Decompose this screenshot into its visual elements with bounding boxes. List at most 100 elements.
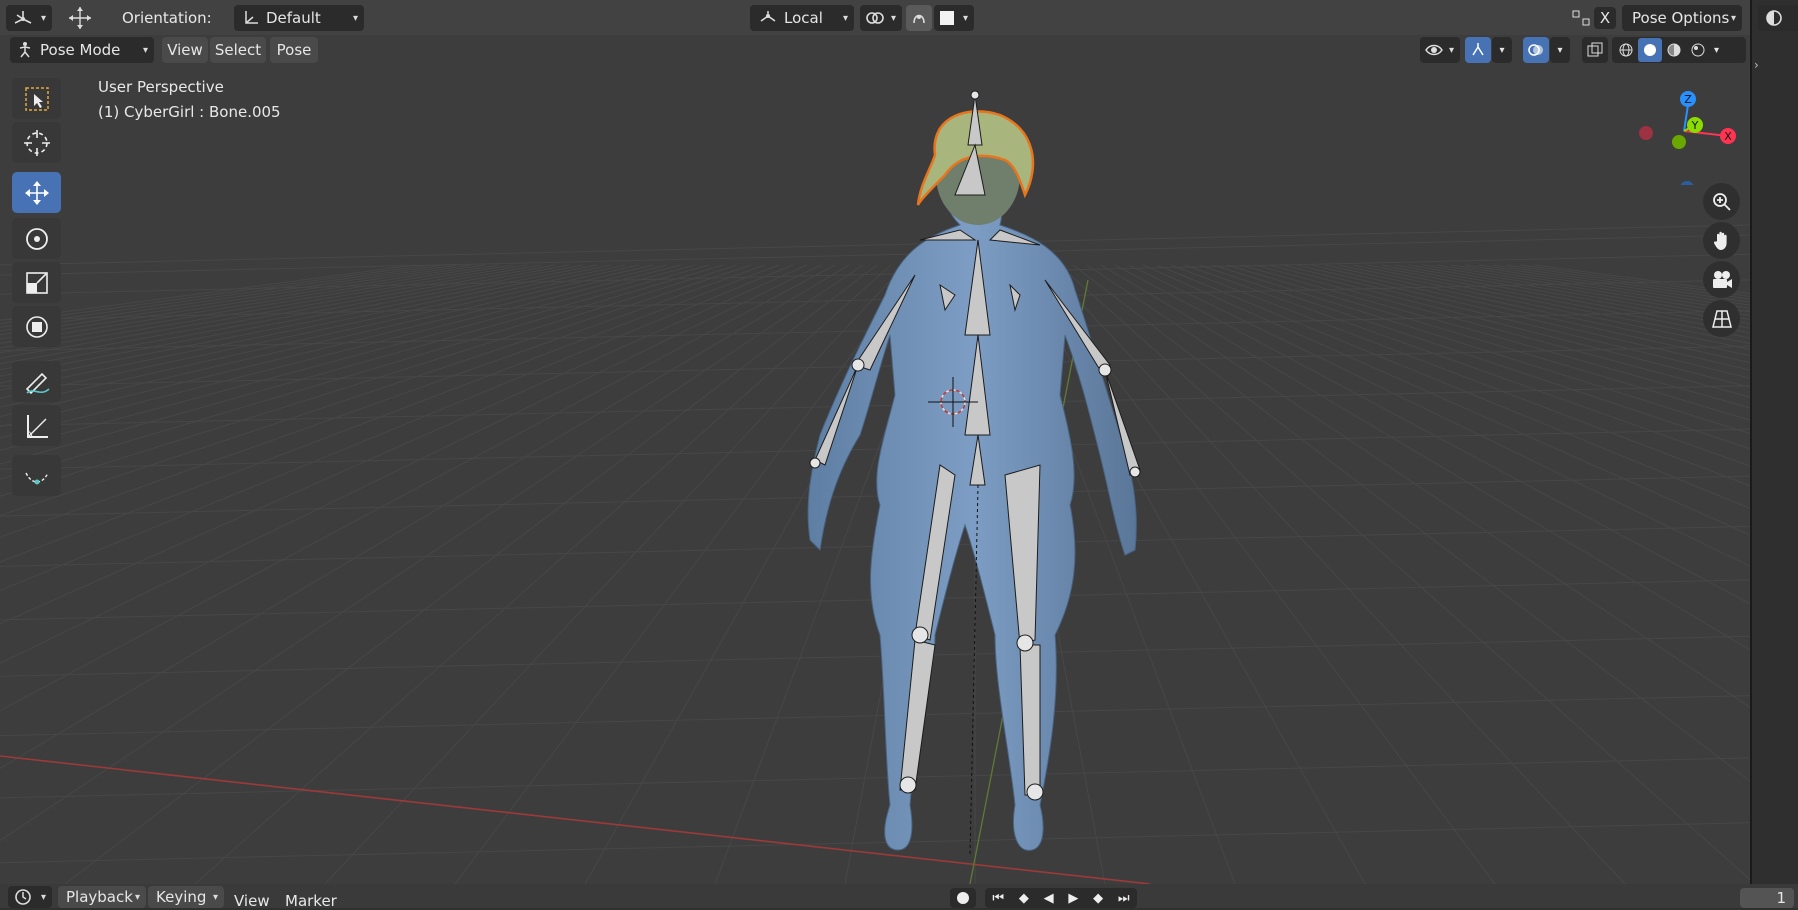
jump-end-icon[interactable]: ⏭: [1118, 891, 1130, 906]
axis-x-label: X: [1599, 9, 1611, 27]
proportional-editing-toggle[interactable]: [906, 5, 932, 31]
measure-icon: [26, 414, 48, 438]
wireframe-shading-icon[interactable]: [1614, 38, 1638, 62]
record-button[interactable]: [950, 888, 976, 908]
chevron-down-icon: ▾: [1730, 12, 1736, 24]
play-reverse-icon[interactable]: ◀: [1044, 891, 1054, 906]
chevron-down-icon: ▾: [40, 12, 46, 24]
chevron-down-icon: ▾: [212, 891, 218, 903]
chevron-down-icon[interactable]: ▾: [1714, 45, 1719, 56]
axis-x-toggle[interactable]: X: [1594, 7, 1616, 29]
menu-select[interactable]: Select: [210, 37, 266, 63]
mode-label: Pose Mode: [40, 41, 121, 59]
orientation-dropdown[interactable]: Default ▾: [234, 5, 364, 31]
playback-menu[interactable]: Playback ▾: [58, 886, 146, 908]
timeline-editor-type-button[interactable]: ▾: [8, 886, 52, 908]
annotate-icon: [25, 372, 50, 394]
zoom-button[interactable]: [1703, 183, 1740, 220]
gizmo-z-label: Z: [1684, 93, 1692, 106]
keying-menu[interactable]: Keying ▾: [148, 886, 224, 908]
move-icon: [24, 180, 49, 205]
menu-select-label: Select: [214, 41, 262, 59]
gizmo-neg-y: [1672, 135, 1686, 149]
overlays-toggle[interactable]: [1523, 37, 1549, 63]
editor-type-button[interactable]: ▾: [6, 5, 52, 31]
transform-gizmo-button[interactable]: [60, 4, 100, 32]
material-shading-icon[interactable]: [1662, 38, 1686, 62]
grid-perspective-icon: [1711, 309, 1732, 328]
navigation-gizmo[interactable]: X Z Y: [1628, 75, 1738, 185]
overlays-dropdown[interactable]: ▾: [1550, 37, 1570, 63]
next-keyframe-icon[interactable]: ◆: [1093, 891, 1103, 906]
chevron-right-icon[interactable]: ›: [1754, 58, 1759, 72]
overlays-icon: [1528, 44, 1543, 56]
3d-view-editor-icon: [14, 11, 32, 24]
menu-view-label: View: [167, 41, 203, 59]
pan-button[interactable]: [1703, 222, 1740, 259]
tool-bone-curve[interactable]: [12, 455, 61, 496]
chevron-down-icon: ▾: [134, 891, 140, 903]
gizmo-toggle[interactable]: [1465, 37, 1491, 63]
pivot-point-dropdown[interactable]: Local ▾: [750, 5, 854, 31]
proportional-edit-icon: [913, 14, 925, 24]
solid-shading-icon[interactable]: [1638, 38, 1662, 62]
timeline-header: ▾ Playback ▾ Keying ▾ View Marker ⏮ ◆ ◀ …: [0, 884, 1798, 910]
timeline-marker-menu[interactable]: Marker: [285, 892, 337, 910]
tool-rotate[interactable]: [12, 218, 61, 259]
perspective-toggle-button[interactable]: [1703, 300, 1740, 337]
menu-pose[interactable]: Pose: [270, 37, 318, 63]
orientation-value: Default: [266, 9, 321, 27]
pose-mode-icon: [19, 42, 31, 58]
playback-label: Playback: [66, 888, 133, 906]
gizmo-y-label: Y: [1691, 119, 1699, 132]
xray-toggle[interactable]: [1582, 37, 1608, 63]
tool-annotate[interactable]: [12, 361, 61, 402]
chevron-down-icon: ▾: [1557, 44, 1563, 56]
record-icon: [957, 892, 969, 904]
viewport-header: ▾ Orientation: Default ▾ Local ▾ ▾ ▾ X P…: [0, 0, 1750, 35]
cursor-icon: [23, 129, 50, 156]
xray-icon: [1587, 42, 1603, 57]
tool-select-box[interactable]: [12, 78, 61, 119]
proportional-falloff-dropdown[interactable]: ▾: [934, 5, 974, 31]
snap-target-dropdown[interactable]: ▾: [860, 5, 902, 31]
menu-pose-label: Pose: [276, 41, 312, 59]
chevron-down-icon: ▾: [40, 891, 46, 903]
transform-icon: [25, 315, 48, 338]
chevron-down-icon: ▾: [352, 12, 358, 24]
mirror-icon: [1572, 10, 1590, 26]
tool-cursor[interactable]: [12, 122, 61, 163]
viewport-scene: [0, 90, 1750, 884]
local-orientation-icon: [760, 11, 776, 22]
rendered-shading-icon[interactable]: [1686, 38, 1710, 62]
mode-dropdown[interactable]: Pose Mode ▾: [10, 37, 154, 63]
timeline-view-menu[interactable]: View: [234, 892, 270, 910]
mirror-x-toggle[interactable]: [1568, 5, 1594, 31]
menu-view[interactable]: View: [162, 37, 208, 63]
jump-start-icon[interactable]: ⏮: [992, 891, 1004, 906]
chevron-down-icon: ▾: [962, 12, 968, 24]
prev-keyframe-icon[interactable]: ◆: [1019, 891, 1029, 906]
tool-measure[interactable]: [12, 405, 61, 446]
visibility-dropdown[interactable]: ▾: [1420, 37, 1460, 63]
snap-link-icon: [866, 12, 884, 24]
pose-options-dropdown[interactable]: Pose Options ▾: [1622, 5, 1742, 31]
gizmo-neg-z: [1680, 181, 1694, 185]
scale-icon: [25, 271, 48, 294]
chevron-down-icon: ▾: [142, 44, 148, 56]
3d-viewport[interactable]: Pose Mode ▾ View Select Pose ▾ ▾ ▾ ▾ Use…: [0, 35, 1750, 884]
chevron-down-icon: ▾: [890, 12, 896, 24]
current-frame-value: 1: [1776, 889, 1786, 907]
camera-view-button[interactable]: [1703, 261, 1740, 298]
pose-options-label: Pose Options: [1632, 9, 1730, 27]
hand-icon: [1713, 231, 1727, 250]
tool-transform[interactable]: [12, 306, 61, 347]
properties-editor-type-button[interactable]: [1758, 5, 1798, 31]
tool-move[interactable]: [12, 172, 61, 213]
shading-mode-group: ▾: [1612, 37, 1746, 63]
tool-scale[interactable]: [12, 262, 61, 303]
gizmo-icon: [1472, 43, 1484, 56]
current-frame-field[interactable]: 1: [1740, 888, 1794, 908]
play-icon[interactable]: ▶: [1068, 891, 1078, 906]
gizmo-dropdown[interactable]: ▾: [1492, 37, 1512, 63]
